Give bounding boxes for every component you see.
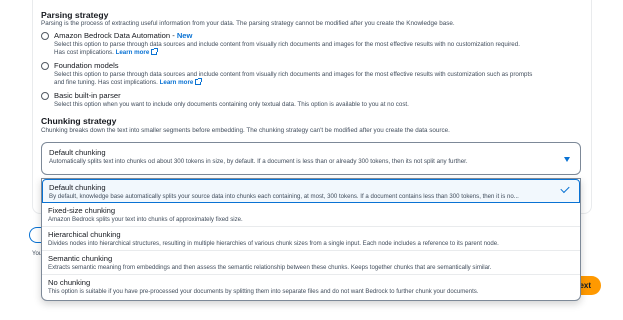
option-label: Foundation models [54, 61, 119, 70]
dropdown-option-semantic[interactable]: Semantic chunking Extracts semantic mean… [42, 251, 580, 275]
chunking-options-dropdown: Default chunking By default, knowledge b… [41, 178, 581, 301]
caret-down-icon[interactable] [564, 157, 570, 162]
option-description: Select this option when you want to incl… [54, 101, 409, 108]
dropdown-option-hierarchical[interactable]: Hierarchical chunking Divides nodes into… [42, 227, 580, 251]
selected-description: Automatically splits text into chunks od… [49, 158, 468, 165]
chunking-strategy-select[interactable]: Default chunking Automatically splits te… [41, 142, 581, 175]
option-label: Semantic chunking [48, 254, 113, 263]
learn-more-link[interactable]: Learn more [160, 79, 194, 86]
dropdown-option-fixed-size[interactable]: Fixed-size chunking Amazon Bedrock split… [42, 203, 580, 227]
option-description-cont: Has cost implications. [54, 49, 114, 57]
option-label: Basic built-in parser [54, 91, 121, 100]
external-link-icon [151, 48, 159, 56]
learn-more-link[interactable]: Learn more [116, 49, 150, 56]
option-description: Select this option to parse through data… [54, 71, 533, 78]
option-label: Hierarchical chunking [48, 230, 121, 239]
parsing-strategy-title: Parsing strategy [41, 10, 109, 20]
radio-button[interactable] [41, 62, 49, 70]
option-description: Amazon Bedrock splits your text into chu… [48, 216, 243, 223]
option-description: Divides nodes into hierarchical structur… [48, 240, 499, 247]
option-label: Amazon Bedrock Data Automation - [54, 31, 177, 40]
external-link-icon [195, 78, 203, 86]
radio-button[interactable] [41, 92, 49, 100]
option-label: Default chunking [49, 183, 106, 192]
option-description: Extracts semantic meaning from embedding… [48, 264, 492, 271]
radio-button[interactable] [41, 32, 49, 40]
option-description-cont: and fine tuning. Has cost implications. [54, 79, 158, 87]
option-description: By default, knowledge base automatically… [49, 193, 519, 200]
radio-option-foundation-models[interactable]: Foundation models Select this option to … [41, 61, 581, 89]
selected-label: Default chunking [49, 148, 106, 157]
option-label: Fixed-size chunking [48, 206, 116, 215]
dropdown-option-default[interactable]: Default chunking By default, knowledge b… [42, 179, 580, 203]
option-description: This option is suitable if you have pre-… [48, 288, 479, 295]
checkmark-icon [560, 183, 570, 194]
option-description: Select this option to parse through data… [54, 41, 520, 48]
chunking-strategy-title: Chunking strategy [41, 116, 117, 126]
new-badge: New [176, 31, 193, 40]
chunking-strategy-description: Chunking breaks down the text into small… [41, 127, 450, 134]
dropdown-option-no-chunking[interactable]: No chunking This option is suitable if y… [42, 275, 580, 299]
radio-option-basic-parser[interactable]: Basic built-in parser Select this option… [41, 91, 581, 111]
option-label: No chunking [48, 278, 91, 287]
parsing-strategy-description: Parsing is the process of extracting use… [41, 20, 455, 27]
radio-option-bedrock-data-automation[interactable]: Amazon Bedrock Data Automation - New Sel… [41, 31, 581, 59]
